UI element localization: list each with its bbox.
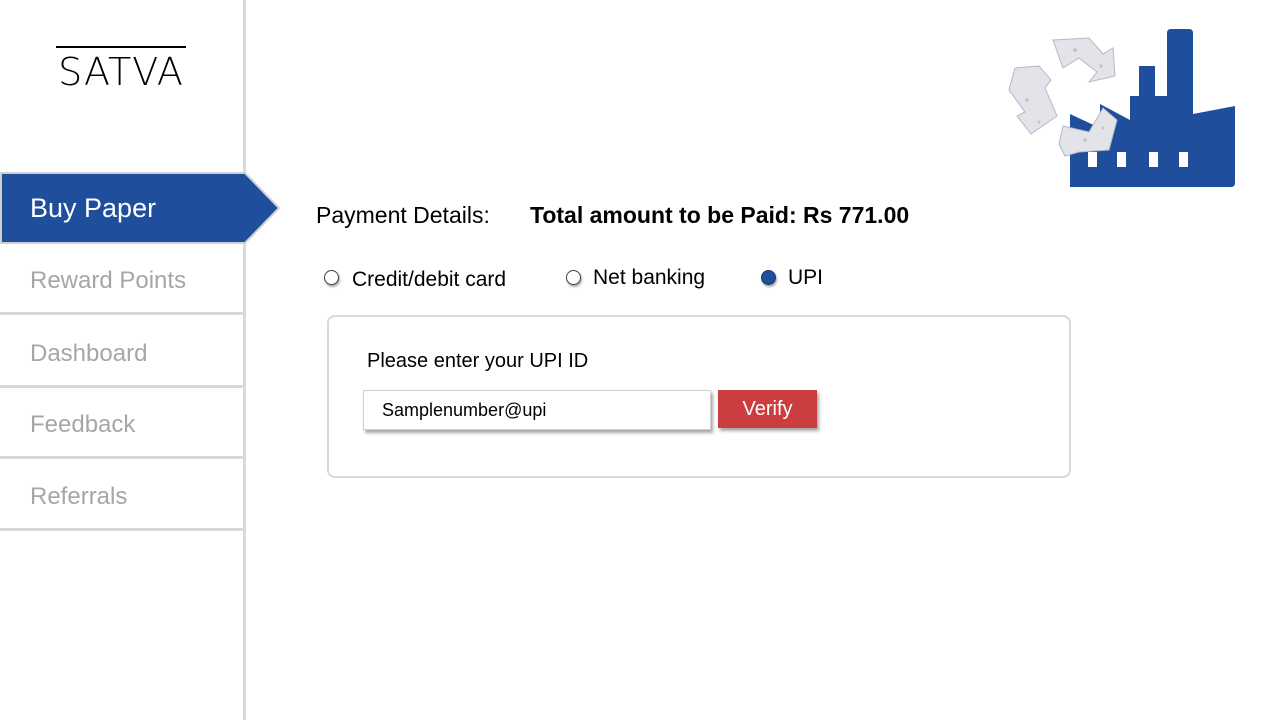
sidebar-item-label: Reward Points — [30, 267, 187, 294]
sidebar-item-label: Buy Paper — [30, 193, 157, 223]
sidebar-item-referrals[interactable]: Referrals — [0, 462, 243, 531]
payment-method-credit-debit[interactable]: Credit/debit card — [322, 264, 532, 294]
logo-text: SATVA — [58, 50, 184, 94]
payment-details-label: Payment Details: — [316, 202, 490, 228]
radio-label: Net banking — [593, 266, 706, 289]
radio-button[interactable] — [566, 270, 581, 285]
logo-bar — [56, 46, 186, 48]
sidebar-item-label: Feedback — [30, 411, 136, 438]
payment-method-upi[interactable]: UPI — [759, 264, 839, 294]
radio-label: UPI — [788, 266, 824, 289]
recycling-factory-icon — [1005, 28, 1240, 190]
payment-method-net-banking[interactable]: Net banking — [564, 264, 724, 294]
sidebar-divider — [243, 0, 246, 720]
sidebar-item-reward-points[interactable]: Reward Points — [0, 246, 243, 315]
radio-button[interactable] — [324, 270, 339, 285]
sidebar-item-label: Referrals — [30, 483, 128, 510]
total-amount-text: Total amount to be Paid: Rs 771.00 — [530, 202, 910, 228]
sidebar-item-dashboard[interactable]: Dashboard — [0, 319, 243, 388]
radio-button-selected[interactable] — [761, 270, 776, 285]
brand-logo: SATVA — [56, 46, 186, 94]
verify-button[interactable]: Verify — [718, 390, 817, 428]
upi-prompt-label: Please enter your UPI ID — [367, 350, 589, 372]
radio-label: Credit/debit card — [352, 268, 507, 291]
sidebar-item-buy-paper[interactable]: Buy Paper — [0, 172, 281, 244]
sidebar-item-label: Dashboard — [30, 340, 148, 367]
sidebar-item-feedback[interactable]: Feedback — [0, 390, 243, 459]
upi-id-input[interactable] — [363, 390, 711, 430]
